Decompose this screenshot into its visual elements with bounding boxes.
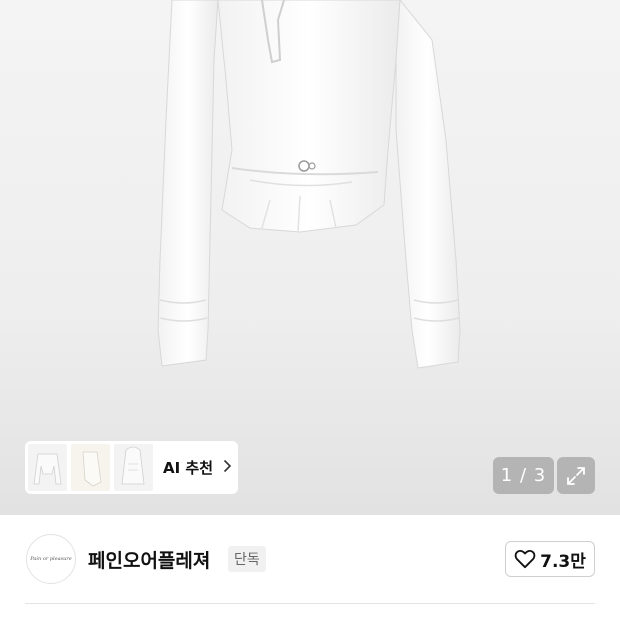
expand-icon xyxy=(567,466,585,485)
exclusive-badge: 단독 xyxy=(228,546,266,572)
product-image-gallery[interactable]: AI 추천 1 / 3 xyxy=(0,0,620,515)
thumb-front xyxy=(33,453,62,485)
like-count: 7.3만 xyxy=(540,551,586,572)
ai-recommend-label: AI 추천 xyxy=(163,459,214,477)
brand-logo[interactable]: Pain or pleasure xyxy=(26,534,76,584)
thumbnail-2[interactable] xyxy=(71,444,110,491)
brand-name[interactable]: 페인오어플레져 xyxy=(88,546,210,573)
thumbnail-3[interactable] xyxy=(114,444,153,491)
image-pager: 1 / 3 xyxy=(493,457,554,494)
expand-button[interactable] xyxy=(557,457,595,494)
thumbnail-strip: AI 추천 xyxy=(25,441,238,494)
heart-outline-icon xyxy=(514,549,536,569)
ai-recommend-link[interactable]: AI 추천 xyxy=(163,457,232,478)
divider xyxy=(25,603,595,604)
product-image xyxy=(157,0,461,369)
thumb-side xyxy=(71,444,110,491)
thumbnail-1[interactable] xyxy=(28,444,67,491)
chevron-right-icon xyxy=(223,458,232,477)
brand-logo-text: Pain or pleasure xyxy=(30,556,72,562)
brand-row: Pain or pleasure 페인오어플레져 단독 7.3만 xyxy=(0,515,620,603)
like-button[interactable]: 7.3만 xyxy=(505,541,595,577)
thumb-hood xyxy=(121,446,145,485)
